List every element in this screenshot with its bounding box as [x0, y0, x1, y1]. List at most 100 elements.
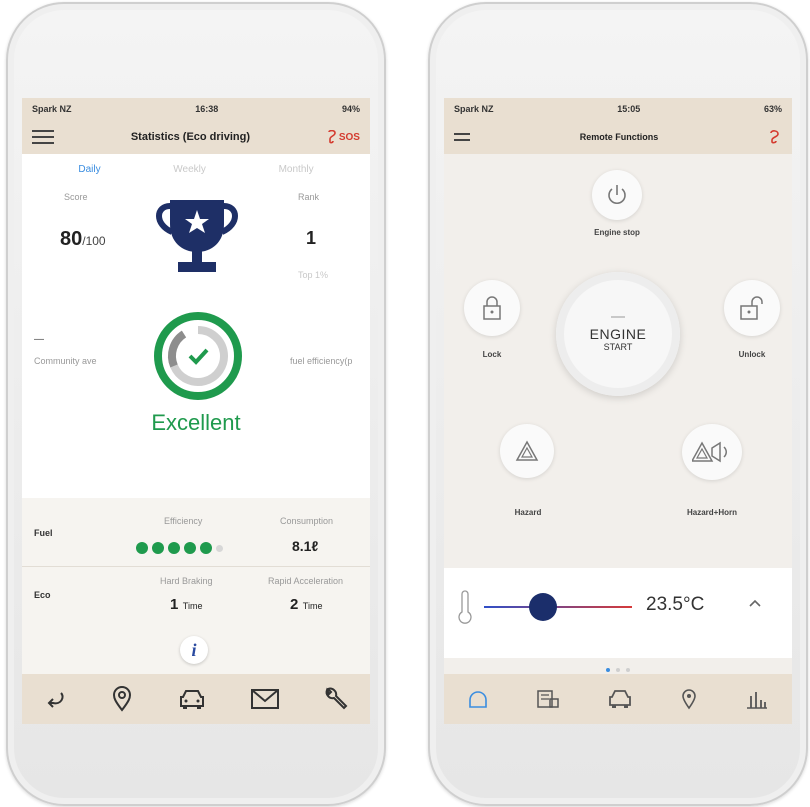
page-dot	[616, 668, 620, 672]
chevron-up-icon[interactable]	[748, 598, 762, 608]
eco-label: Eco	[34, 590, 51, 600]
temperature-card: 23.5°C	[444, 568, 792, 658]
engine-start-button[interactable]: ENGINE START	[556, 272, 680, 396]
car-icon[interactable]	[177, 687, 207, 711]
page-title: Statistics (Eco driving)	[130, 131, 251, 143]
wrench-icon[interactable]	[323, 686, 349, 712]
nav-bar: Statistics (Eco driving) SOS	[22, 120, 370, 154]
consumption-value: 8.1ℓ	[292, 538, 319, 554]
carrier: Spark NZ	[32, 104, 72, 114]
efficiency-dot	[200, 542, 212, 554]
battery: 94%	[341, 104, 360, 114]
sos-label: SOS	[338, 131, 360, 143]
bottom-tab-bar	[22, 674, 370, 724]
rank-label: Rank	[298, 192, 320, 202]
rank-sub: Top 1%	[298, 270, 329, 280]
score-block: Score 80/100 Rank 1 Top 1%	[22, 192, 370, 302]
engine-start-line1: ENGINE	[589, 326, 647, 342]
trophy-icon	[156, 200, 238, 272]
engine-stop-button[interactable]	[592, 170, 642, 220]
consumption-label: Consumption	[280, 516, 334, 526]
hazard-horn-button[interactable]	[682, 424, 742, 480]
tab-daily[interactable]: Daily	[78, 164, 100, 175]
score-label: Score	[64, 192, 88, 202]
back-arrow-icon[interactable]	[43, 687, 67, 711]
menu-icon[interactable]	[454, 133, 470, 141]
efficiency-dot	[216, 544, 223, 552]
power-icon	[608, 185, 626, 204]
efficiency-dot	[168, 542, 180, 554]
hazard-horn-icon	[692, 441, 727, 463]
menu-icon[interactable]	[32, 130, 54, 144]
remote-functions-screen: Spark NZ 15:05 63% Remote Functions Engi…	[444, 98, 792, 724]
fuel-efficiency-label: fuel efficiency(p	[290, 356, 353, 366]
efficiency-dot	[152, 542, 164, 554]
thermometer-icon	[458, 590, 472, 624]
rating-text: Excellent	[151, 410, 241, 435]
score-value: 80/100	[60, 228, 106, 250]
car-icon[interactable]	[607, 688, 633, 710]
hard-braking-value: 1 Time	[170, 596, 203, 613]
location-pin-icon[interactable]	[110, 686, 134, 712]
lock-button[interactable]	[464, 280, 520, 336]
divider	[22, 566, 370, 567]
rating-block: — Community ave fuel efficiency(p Excell…	[22, 304, 370, 435]
mail-icon[interactable]	[250, 688, 280, 710]
tab-monthly[interactable]: Monthly	[279, 164, 314, 175]
efficiency-rating	[136, 542, 227, 554]
engine-stop-label: Engine stop	[594, 228, 640, 237]
page-title: Remote Functions	[579, 132, 659, 142]
fuel-label: Fuel	[34, 528, 53, 538]
home-icon[interactable]	[467, 689, 489, 709]
carrier: Spark NZ	[454, 104, 494, 114]
bottom-tab-bar	[444, 674, 792, 724]
efficiency-dot	[184, 542, 196, 554]
hazard-button[interactable]	[500, 424, 554, 478]
rapid-accel-label: Rapid Acceleration	[268, 576, 344, 586]
page-dot	[626, 668, 630, 672]
rapid-accel-value: 2 Time	[290, 596, 323, 613]
efficiency-dot	[136, 542, 148, 554]
lock-label: Lock	[482, 350, 502, 359]
eco-row: Eco Hard Braking 1 Time Rapid Accelerati…	[22, 570, 370, 632]
slider-knob[interactable]	[529, 593, 558, 621]
community-dash: —	[34, 334, 44, 345]
status-bar: Spark NZ 16:38 94%	[22, 98, 370, 120]
period-tabs: Daily Weekly Monthly	[22, 154, 370, 175]
unlock-icon	[740, 296, 763, 320]
hazard-label: Hazard	[514, 508, 542, 517]
rank-value: 1	[306, 228, 317, 248]
tab-weekly[interactable]: Weekly	[173, 164, 206, 175]
statistics-screen: Spark NZ 16:38 94% Statistics (Eco drivi…	[22, 98, 370, 724]
temperature-value: 23.5°C	[646, 594, 705, 615]
hard-braking-label: Hard Braking	[160, 576, 213, 586]
clock: 16:38	[195, 104, 219, 114]
unlock-button[interactable]	[724, 280, 780, 336]
statistics-icon[interactable]	[745, 688, 769, 710]
nav-bar: Remote Functions	[444, 120, 792, 154]
info-icon[interactable]: i	[180, 636, 208, 664]
unlock-label: Unlock	[738, 350, 766, 359]
fuel-row: Fuel Efficiency Consumption 8.1ℓ	[22, 504, 370, 566]
left-phone: Spark NZ 16:38 94% Statistics (Eco drivi…	[6, 2, 386, 806]
hazard-horn-label: Hazard+Horn	[686, 508, 737, 517]
right-phone: Spark NZ 15:05 63% Remote Functions Engi…	[428, 2, 808, 806]
sos-button[interactable]: SOS	[327, 130, 360, 144]
engine-start-line2: START	[603, 342, 633, 352]
status-bar: Spark NZ 15:05 63%	[444, 98, 792, 120]
community-label: Community ave	[34, 356, 97, 366]
battery: 63%	[763, 104, 782, 114]
clock: 15:05	[617, 104, 641, 114]
sos-icon[interactable]	[768, 130, 782, 144]
location-pin-icon[interactable]	[680, 688, 698, 710]
vehicle-status-icon[interactable]	[536, 688, 560, 710]
sos-icon	[328, 130, 336, 144]
efficiency-label: Efficiency	[164, 516, 203, 526]
remote-panel: Engine stop Lock ENGINE START Unlock Haz…	[444, 154, 792, 674]
page-dot	[606, 668, 610, 672]
page-indicator	[444, 668, 792, 672]
temperature-slider[interactable]	[484, 593, 632, 621]
lock-icon	[483, 296, 501, 320]
score-ring-icon	[154, 312, 242, 400]
hazard-icon	[515, 440, 539, 461]
